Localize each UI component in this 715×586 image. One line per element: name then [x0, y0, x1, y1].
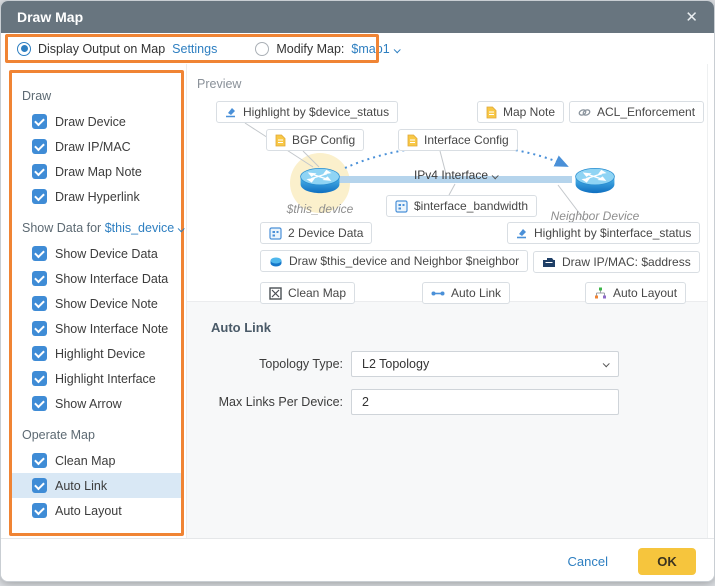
map-preview-canvas: Preview Highlight by $device_status BGP … [187, 64, 707, 301]
clean-map-icon [269, 287, 282, 300]
checkbox-draw-map-note[interactable]: Draw Map Note [12, 159, 181, 184]
chip-acl-enforcement[interactable]: ACL_Enforcement [569, 101, 704, 123]
checkbox-checked-icon[interactable] [32, 346, 47, 361]
cancel-button[interactable]: Cancel [568, 554, 608, 569]
checkbox-checked-icon[interactable] [32, 453, 47, 468]
chevron-down-icon [393, 46, 400, 53]
checkbox-highlight-device[interactable]: Highlight Device [12, 341, 181, 366]
router-icon-neighbor-device[interactable] [572, 165, 618, 198]
checkbox-show-device-note[interactable]: Show Device Note [12, 291, 181, 316]
checkbox-checked-icon[interactable] [32, 114, 47, 129]
chip-clean-map[interactable]: Clean Map [260, 282, 355, 304]
this-device-dropdown[interactable]: $this_device [105, 221, 184, 235]
draw-options-sidebar: Draw Draw Device Draw IP/MAC Draw Map No… [1, 64, 187, 538]
dialog-footer: Cancel OK [1, 538, 714, 582]
ok-button[interactable]: OK [638, 548, 696, 575]
checkbox-checked-icon[interactable] [32, 396, 47, 411]
checkbox-clean-map[interactable]: Clean Map [12, 448, 181, 473]
checkbox-checked-icon[interactable] [32, 371, 47, 386]
chip-auto-link[interactable]: Auto Link [422, 282, 510, 304]
radio-display-output[interactable]: Display Output on Map Settings [17, 42, 217, 56]
auto-link-settings-panel: Auto Link Topology Type: L2 Topology Max… [187, 301, 707, 538]
auto-link-panel-title: Auto Link [211, 320, 707, 335]
document-icon [486, 106, 497, 119]
chip-highlight-device-status[interactable]: Highlight by $device_status [216, 101, 398, 123]
chip-draw-devices[interactable]: Draw $this_device and Neighbor $neighbor [260, 250, 528, 272]
highlighter-icon [516, 227, 528, 239]
radio-modify-map-label: Modify Map: [276, 42, 344, 56]
checkbox-auto-link[interactable]: Auto Link [12, 473, 181, 498]
chip-highlight-interface-status[interactable]: Highlight by $interface_status [507, 222, 700, 244]
checkbox-draw-hyperlink[interactable]: Draw Hyperlink [12, 184, 181, 209]
ip-mac-icon [542, 256, 556, 268]
settings-link[interactable]: Settings [172, 42, 217, 56]
sidebar-highlight-box: Draw Draw Device Draw IP/MAC Draw Map No… [9, 70, 184, 536]
checkbox-checked-icon[interactable] [32, 139, 47, 154]
preview-title: Preview [197, 77, 241, 91]
router-mini-icon [269, 256, 283, 267]
topology-type-label: Topology Type: [211, 357, 343, 371]
close-icon[interactable]: ✕ [685, 10, 698, 25]
document-icon [275, 134, 286, 147]
radio-modify-map[interactable]: Modify Map: $map1 [255, 42, 398, 56]
section-title-show-data: Show Data for $this_device [12, 215, 181, 241]
map-variable-dropdown[interactable]: $map1 [351, 42, 398, 56]
checkbox-checked-icon[interactable] [32, 503, 47, 518]
checkbox-show-arrow[interactable]: Show Arrow [12, 391, 181, 416]
document-icon [407, 134, 418, 147]
checkbox-highlight-interface[interactable]: Highlight Interface [12, 366, 181, 391]
output-mode-row: Display Output on Map Settings Modify Ma… [1, 33, 714, 64]
checkbox-checked-icon[interactable] [32, 478, 47, 493]
data-table-icon [269, 227, 282, 240]
chevron-down-icon [603, 360, 610, 367]
dialog-titlebar: Draw Map ✕ [1, 1, 714, 33]
chevron-down-icon [492, 172, 499, 179]
chip-interface-config[interactable]: Interface Config [398, 129, 518, 151]
radio-selected-icon[interactable] [17, 42, 31, 56]
data-table-icon [395, 200, 408, 213]
checkbox-show-interface-data[interactable]: Show Interface Data [12, 266, 181, 291]
checkbox-checked-icon[interactable] [32, 246, 47, 261]
router-icon-this-device[interactable] [297, 165, 343, 198]
hyperlink-icon [578, 107, 591, 118]
checkbox-show-interface-note[interactable]: Show Interface Note [12, 316, 181, 341]
checkbox-checked-icon[interactable] [32, 321, 47, 336]
radio-display-output-label: Display Output on Map [38, 42, 165, 56]
chip-map-note[interactable]: Map Note [477, 101, 564, 123]
chip-draw-ipmac[interactable]: Draw IP/MAC: $address [533, 251, 700, 273]
checkbox-show-device-data[interactable]: Show Device Data [12, 241, 181, 266]
max-links-label: Max Links Per Device: [211, 395, 343, 409]
auto-layout-icon [594, 287, 607, 299]
chevron-down-icon [178, 225, 185, 232]
this-device-label: $this_device [260, 202, 380, 216]
section-title-draw: Draw [12, 83, 181, 109]
link-type-dropdown[interactable]: IPv4 Interface [339, 168, 572, 182]
dialog-title: Draw Map [17, 9, 83, 25]
checkbox-checked-icon[interactable] [32, 189, 47, 204]
auto-link-icon [431, 289, 445, 298]
chip-auto-layout[interactable]: Auto Layout [585, 282, 686, 304]
neighbor-device-label: Neighbor Device [535, 209, 655, 223]
checkbox-checked-icon[interactable] [32, 271, 47, 286]
chip-bgp-config[interactable]: BGP Config [266, 129, 364, 151]
checkbox-auto-layout[interactable]: Auto Layout [12, 498, 181, 523]
checkbox-draw-ipmac[interactable]: Draw IP/MAC [12, 134, 181, 159]
radio-unselected-icon[interactable] [255, 42, 269, 56]
topology-type-select[interactable]: L2 Topology [351, 351, 619, 377]
section-title-operate-map: Operate Map [12, 422, 181, 448]
checkbox-checked-icon[interactable] [32, 296, 47, 311]
checkbox-draw-device[interactable]: Draw Device [12, 109, 181, 134]
chip-device-data[interactable]: 2 Device Data [260, 222, 372, 244]
highlighter-icon [225, 106, 237, 118]
draw-map-dialog: Draw Map ✕ Display Output on Map Setting… [0, 0, 715, 582]
chip-interface-bandwidth[interactable]: $interface_bandwidth [386, 195, 537, 217]
checkbox-checked-icon[interactable] [32, 164, 47, 179]
max-links-input[interactable] [351, 389, 619, 415]
